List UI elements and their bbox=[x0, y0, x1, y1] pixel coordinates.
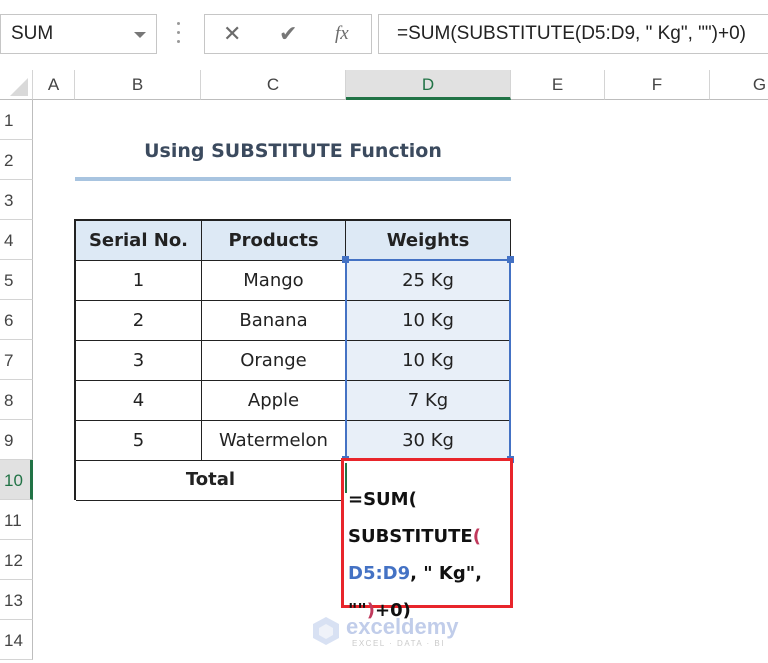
range-reference: D5:D9 bbox=[348, 563, 411, 584]
cell-formula-text: =SUM( SUBSTITUTE( D5:D9, " Kg", "")+0) bbox=[348, 489, 482, 621]
column-header-g[interactable]: G bbox=[710, 70, 768, 100]
sheet-title: Using SUBSTITUTE Function bbox=[144, 140, 442, 162]
row-header-12[interactable]: 12 bbox=[0, 540, 33, 580]
drag-handle-icon[interactable] bbox=[176, 22, 182, 46]
cell-product[interactable]: Mango bbox=[202, 261, 346, 301]
header-weights[interactable]: Weights bbox=[346, 221, 511, 261]
selected-range bbox=[345, 259, 511, 460]
row-header-3[interactable]: 3 bbox=[0, 180, 33, 220]
header-serial-no[interactable]: Serial No. bbox=[76, 221, 202, 261]
row-header-6[interactable]: 6 bbox=[0, 300, 33, 340]
insert-function-icon[interactable]: fx bbox=[335, 23, 349, 45]
column-header-e[interactable]: E bbox=[511, 70, 605, 100]
title-underline bbox=[75, 177, 511, 181]
chevron-down-icon[interactable] bbox=[134, 32, 146, 38]
row-header-8[interactable]: 8 bbox=[0, 380, 33, 420]
row-header-7[interactable]: 7 bbox=[0, 340, 33, 380]
cell-product[interactable]: Apple bbox=[202, 381, 346, 421]
active-cell-editor[interactable]: =SUM( SUBSTITUTE( D5:D9, " Kg", "")+0) bbox=[341, 458, 513, 621]
watermark-tagline: EXCEL · DATA · BI bbox=[352, 639, 445, 648]
row-header-11[interactable]: 11 bbox=[0, 500, 33, 540]
row-header-4[interactable]: 4 bbox=[0, 220, 33, 260]
row-header-10[interactable]: 10 bbox=[0, 460, 33, 500]
row-header-14[interactable]: 14 bbox=[0, 620, 33, 660]
enter-icon[interactable]: ✔ bbox=[279, 21, 297, 47]
text-cursor bbox=[345, 463, 347, 493]
cell-product[interactable]: Watermelon bbox=[202, 421, 346, 461]
row-header-1[interactable]: 1 bbox=[0, 100, 33, 140]
range-handle[interactable] bbox=[507, 256, 514, 263]
total-label[interactable]: Total bbox=[76, 461, 346, 501]
row-header-2[interactable]: 2 bbox=[0, 140, 33, 180]
column-header-b[interactable]: B bbox=[75, 70, 201, 100]
cell-serial[interactable]: 2 bbox=[76, 301, 202, 341]
exceldemy-logo-icon bbox=[313, 617, 339, 645]
range-handle[interactable] bbox=[342, 256, 349, 263]
column-header-a[interactable]: A bbox=[33, 70, 75, 100]
cell-product[interactable]: Banana bbox=[202, 301, 346, 341]
cell-serial[interactable]: 1 bbox=[76, 261, 202, 301]
cell-serial[interactable]: 4 bbox=[76, 381, 202, 421]
header-products[interactable]: Products bbox=[202, 221, 346, 261]
name-box[interactable]: SUM bbox=[0, 14, 157, 54]
watermark: exceldemy EXCEL · DATA · BI bbox=[312, 614, 462, 654]
column-header-d[interactable]: D bbox=[346, 70, 511, 100]
name-box-value: SUM bbox=[11, 23, 54, 44]
row-header-13[interactable]: 13 bbox=[0, 580, 33, 620]
watermark-name: exceldemy bbox=[346, 614, 459, 639]
cell-serial[interactable]: 3 bbox=[76, 341, 202, 381]
row-header-5[interactable]: 5 bbox=[0, 260, 33, 300]
formula-buttons: ✕ ✔ fx bbox=[204, 14, 372, 54]
cell-serial[interactable]: 5 bbox=[76, 421, 202, 461]
select-all-button[interactable] bbox=[0, 70, 33, 100]
column-header-f[interactable]: F bbox=[605, 70, 710, 100]
column-header-c[interactable]: C bbox=[201, 70, 346, 100]
cancel-icon[interactable]: ✕ bbox=[223, 21, 241, 47]
cell-product[interactable]: Orange bbox=[202, 341, 346, 381]
formula-input[interactable]: =SUM(SUBSTITUTE(D5:D9, " Kg", "")+0) bbox=[378, 14, 768, 54]
row-header-9[interactable]: 9 bbox=[0, 420, 33, 460]
